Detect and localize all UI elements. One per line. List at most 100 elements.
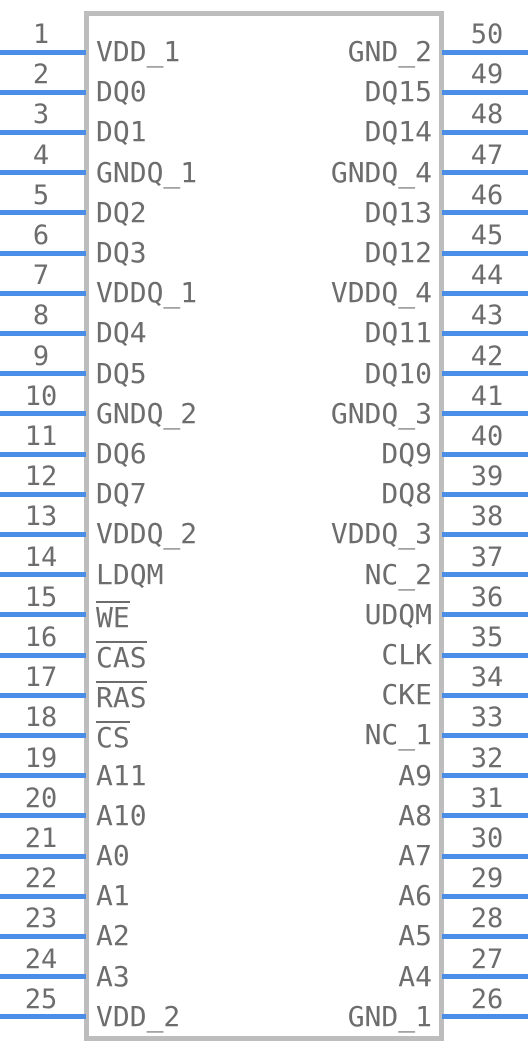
pin-wire[interactable] — [442, 974, 528, 980]
pin-wire[interactable] — [0, 773, 86, 779]
pin-label-text-active-low: CS — [96, 721, 130, 755]
pin-wire[interactable] — [0, 1014, 86, 1020]
pin-wire[interactable] — [442, 170, 528, 176]
pin-wire[interactable] — [442, 933, 528, 939]
pin-wire[interactable] — [442, 330, 528, 336]
pin-label-text: VDD_1 — [96, 35, 181, 68]
pin-wire[interactable] — [442, 210, 528, 216]
pin-number: 6 — [32, 220, 50, 251]
pin-label: A6 — [398, 882, 432, 910]
pin-label: CS — [96, 721, 130, 752]
pin-label: DQ3 — [96, 239, 147, 267]
pin-label: A3 — [96, 962, 130, 991]
pin-wire[interactable] — [0, 451, 86, 457]
pin-wire[interactable] — [442, 290, 528, 296]
pin-number: 5 — [32, 179, 50, 211]
pin-wire[interactable] — [442, 732, 528, 738]
pin-number: 36 — [470, 581, 504, 613]
pin-label-text: NC_2 — [364, 557, 432, 591]
pin-wire[interactable] — [0, 531, 86, 537]
pin-wire[interactable] — [0, 49, 86, 55]
pin-wire[interactable] — [442, 612, 528, 618]
pin-label-text: DQ11 — [364, 316, 432, 350]
pin-wire[interactable] — [442, 572, 528, 578]
pin-wire[interactable] — [442, 853, 528, 859]
pin-label: RAS — [96, 681, 147, 712]
pin-label: A4 — [398, 962, 432, 991]
pin-label-text: DQ15 — [364, 75, 432, 109]
pin-label-text: VDDQ_4 — [330, 276, 432, 310]
pin-wire[interactable] — [0, 813, 86, 819]
pin-label: CAS — [96, 641, 147, 672]
pin-number: 29 — [470, 863, 504, 895]
pin-number: 35 — [470, 622, 504, 653]
pin-number: 23 — [24, 903, 58, 935]
pin-wire[interactable] — [0, 853, 86, 859]
pin-wire[interactable] — [442, 491, 528, 497]
pin-label-text: DQ0 — [96, 75, 147, 109]
pin-wire[interactable] — [442, 411, 528, 417]
pin-wire[interactable] — [0, 210, 86, 216]
pin-wire[interactable] — [442, 813, 528, 819]
pin-wire[interactable] — [0, 612, 86, 618]
pin-number: 15 — [24, 581, 58, 613]
pin-wire[interactable] — [442, 531, 528, 537]
pin-wire[interactable] — [442, 652, 528, 658]
pin-number: 17 — [24, 662, 58, 694]
pin-label-text: NC_1 — [364, 718, 432, 752]
pin-label-text: DQ12 — [364, 236, 432, 269]
pin-wire[interactable] — [0, 732, 86, 738]
pin-number: 20 — [24, 782, 58, 814]
pin-wire[interactable] — [0, 170, 86, 176]
pin-wire[interactable] — [0, 89, 86, 95]
pin-number: 7 — [32, 260, 50, 292]
pin-label-text: GNDQ_2 — [96, 396, 198, 430]
pin-label: WE — [96, 600, 130, 634]
pin-wire[interactable] — [0, 572, 86, 578]
pin-number: 9 — [32, 340, 50, 372]
pin-label-text-active-low: WE — [96, 600, 130, 634]
pin-wire[interactable] — [442, 451, 528, 457]
pin-label-text: A8 — [398, 798, 432, 832]
pin-label: GNDQ_3 — [331, 399, 432, 428]
pin-label: A0 — [96, 842, 130, 870]
pin-number: 12 — [24, 461, 58, 493]
pin-wire[interactable] — [442, 692, 528, 698]
pin-wire[interactable] — [442, 89, 528, 95]
pin-wire[interactable] — [0, 371, 86, 377]
pin-wire[interactable] — [0, 974, 86, 980]
pin-wire[interactable] — [0, 411, 86, 417]
pin-wire[interactable] — [0, 652, 86, 658]
pin-wire[interactable] — [442, 371, 528, 377]
pin-wire[interactable] — [442, 773, 528, 779]
pin-number: 21 — [24, 823, 58, 854]
pin-label-text: GND_1 — [347, 999, 432, 1033]
pin-wire[interactable] — [442, 250, 528, 256]
pin-wire[interactable] — [0, 893, 86, 899]
pin-wire[interactable] — [0, 290, 86, 296]
pin-wire[interactable] — [442, 129, 528, 135]
pin-label: UDQM — [365, 600, 432, 629]
pin-number: 50 — [470, 19, 504, 50]
pin-label: VDD_1 — [96, 38, 180, 66]
pin-number: 46 — [470, 179, 504, 211]
pin-label-text: DQ14 — [364, 115, 432, 149]
pin-wire[interactable] — [0, 250, 86, 256]
pin-wire[interactable] — [442, 49, 528, 55]
pin-label: DQ11 — [365, 319, 432, 347]
pin-label: NC_2 — [364, 557, 432, 591]
pin-wire[interactable] — [0, 491, 86, 497]
pin-label: VDD_2 — [96, 1002, 180, 1031]
pin-wire[interactable] — [0, 330, 86, 336]
pin-wire[interactable] — [0, 933, 86, 939]
pin-label: DQ14 — [365, 118, 432, 146]
pin-number: 8 — [32, 300, 50, 332]
pin-number: 3 — [32, 99, 50, 131]
pin-label: DQ5 — [96, 359, 147, 388]
pin-number: 45 — [470, 220, 504, 251]
pin-label: GNDQ_1 — [96, 158, 197, 187]
pin-wire[interactable] — [442, 1014, 528, 1020]
pin-wire[interactable] — [0, 129, 86, 135]
pin-wire[interactable] — [442, 893, 528, 899]
pin-wire[interactable] — [0, 692, 86, 698]
